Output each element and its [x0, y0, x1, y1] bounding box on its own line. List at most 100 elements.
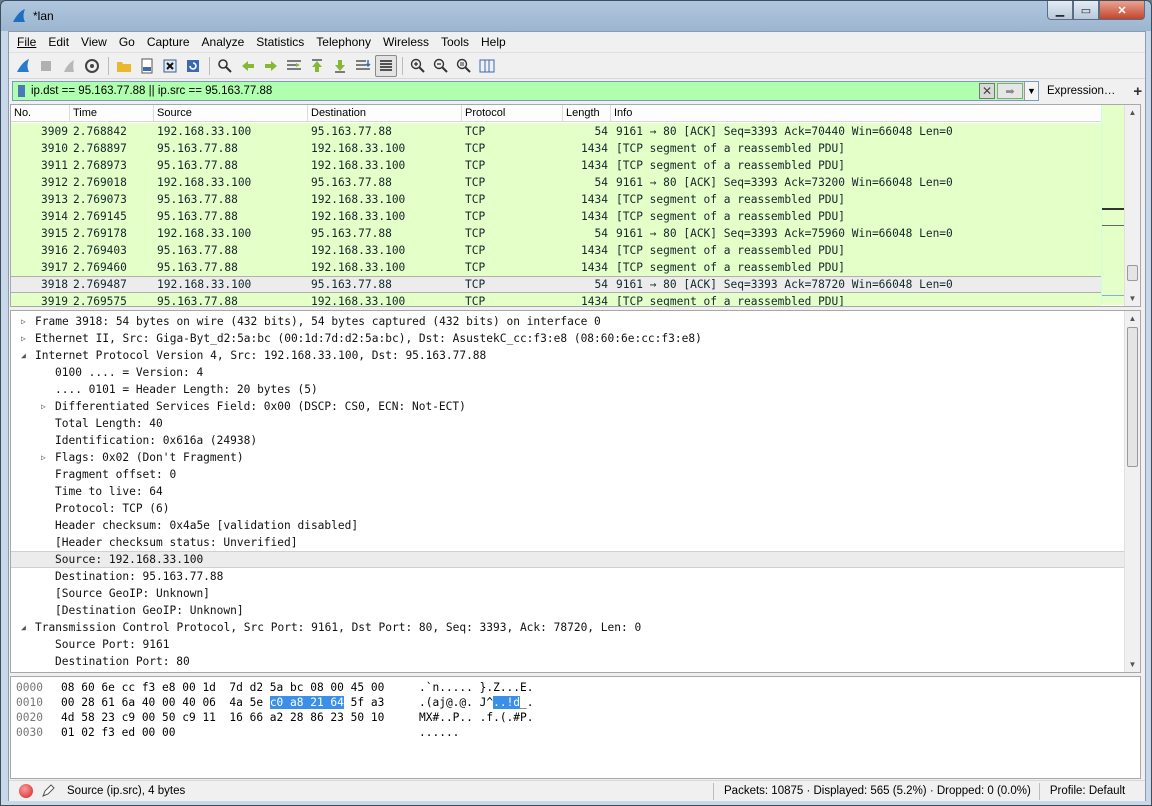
- packet-minimap[interactable]: [1101, 105, 1126, 305]
- minimize-button[interactable]: ▁: [1047, 1, 1073, 20]
- detail-row[interactable]: [Source GeoIP: Unknown]: [11, 585, 1127, 602]
- hex-ascii[interactable]: .(aj@.@. J^..!d_.: [419, 695, 534, 710]
- packet-row[interactable]: 3913 2.769073 95.163.77.88 192.168.33.100 TC…: [11, 191, 1101, 208]
- filter-text[interactable]: ip.dst == 95.163.77.88 || ip.src == 95.1…: [29, 85, 979, 97]
- packet-row[interactable]: 3914 2.769145 95.163.77.88 192.168.33.100 TC…: [11, 208, 1101, 225]
- menu-analyze[interactable]: Analyze: [196, 32, 251, 52]
- menu-telephony[interactable]: Telephony: [310, 32, 377, 52]
- packet-row-selected[interactable]: 3918 2.769487 192.168.33.100 95.163.77.88 TC…: [11, 276, 1101, 293]
- add-filter-button[interactable]: +: [1133, 83, 1142, 100]
- zoom-out-button[interactable]: [430, 55, 452, 77]
- go-to-packet-button[interactable]: [283, 55, 305, 77]
- scroll-down-arrow[interactable]: ▼: [1125, 291, 1140, 306]
- column-header-no[interactable]: No.: [11, 105, 70, 122]
- detail-row[interactable]: ▷ Frame 3918: 54 bytes on wire (432 bits)…: [11, 313, 1127, 330]
- packet-row[interactable]: 3916 2.769403 95.163.77.88 192.168.33.100 TC…: [11, 242, 1101, 259]
- menu-statistics[interactable]: Statistics: [250, 32, 310, 52]
- capture-options-button[interactable]: [81, 55, 103, 77]
- expression-button[interactable]: Expression…: [1047, 85, 1115, 97]
- zoom-in-button[interactable]: [407, 55, 429, 77]
- menu-help[interactable]: Help: [475, 32, 512, 52]
- scroll-up-arrow[interactable]: ▲: [1125, 311, 1140, 326]
- title-bar[interactable]: *lan ▁ ▭ ✕: [1, 1, 1151, 31]
- detail-row[interactable]: Identification: 0x616a (24938): [11, 432, 1127, 449]
- packet-row[interactable]: 3915 2.769178 192.168.33.100 95.163.77.88 TC…: [11, 225, 1101, 242]
- hex-bytes[interactable]: 4d 58 23 c9 00 50 c9 11 16 66 a2 28 86 2…: [61, 710, 384, 725]
- find-packet-button[interactable]: [214, 55, 236, 77]
- packet-row[interactable]: 3911 2.768973 95.163.77.88 192.168.33.100 TC…: [11, 157, 1101, 174]
- stop-capture-button[interactable]: [35, 55, 57, 77]
- reload-file-button[interactable]: [182, 55, 204, 77]
- filter-bookmark-button[interactable]: [13, 82, 29, 100]
- resize-columns-button[interactable]: [476, 55, 498, 77]
- close-button[interactable]: ✕: [1099, 1, 1145, 20]
- start-capture-button[interactable]: [12, 55, 34, 77]
- display-filter-input[interactable]: ip.dst == 95.163.77.88 || ip.src == 95.1…: [12, 81, 1039, 101]
- menu-wireless[interactable]: Wireless: [377, 32, 435, 52]
- colorize-button[interactable]: [375, 54, 397, 77]
- hex-bytes[interactable]: 01 02 f3 ed 00 00: [61, 725, 176, 740]
- column-header-length[interactable]: Length: [563, 105, 611, 122]
- tree-collapsed-icon[interactable]: ▷: [41, 398, 51, 415]
- column-header-time[interactable]: Time: [70, 105, 154, 122]
- menu-tools[interactable]: Tools: [435, 32, 475, 52]
- detail-row[interactable]: ▷ Flags: 0x02 (Don't Fragment): [11, 449, 1127, 466]
- capture-comment-icon[interactable]: [41, 784, 55, 798]
- close-file-button[interactable]: [159, 55, 181, 77]
- menu-view[interactable]: View: [75, 32, 113, 52]
- packet-row[interactable]: 3910 2.768897 95.163.77.88 192.168.33.100 TC…: [11, 140, 1101, 157]
- packet-row[interactable]: 3917 2.769460 95.163.77.88 192.168.33.100 TC…: [11, 259, 1101, 276]
- save-file-button[interactable]: [136, 55, 158, 77]
- hex-ascii[interactable]: .`n..... }.Z...E.: [419, 680, 534, 695]
- packet-row[interactable]: 3909 2.768842 192.168.33.100 95.163.77.88 TC…: [11, 123, 1101, 140]
- apply-filter-button[interactable]: ➡: [997, 83, 1023, 99]
- detail-row[interactable]: 0100 .... = Version: 4: [11, 364, 1127, 381]
- detail-row[interactable]: ▷ Ethernet II, Src: Giga-Byt_d2:5a:bc (00…: [11, 330, 1127, 347]
- expert-info-icon[interactable]: [19, 784, 33, 798]
- scroll-up-arrow[interactable]: ▲: [1125, 105, 1140, 120]
- detail-row[interactable]: Fragment offset: 0: [11, 466, 1127, 483]
- hex-bytes[interactable]: 00 28 61 6a 40 00 40 06 4a 5e c0 a8 21 6…: [61, 695, 384, 710]
- detail-row[interactable]: Destination: 95.163.77.88: [11, 568, 1127, 585]
- detail-row-selected[interactable]: Source: 192.168.33.100: [11, 551, 1127, 568]
- packet-row[interactable]: 3912 2.769018 192.168.33.100 95.163.77.88 TC…: [11, 174, 1101, 191]
- go-first-packet-button[interactable]: [306, 55, 328, 77]
- scroll-thumb[interactable]: [1127, 265, 1138, 281]
- tree-expanded-icon[interactable]: ◢: [21, 347, 31, 364]
- zoom-normal-button[interactable]: [453, 55, 475, 77]
- go-last-packet-button[interactable]: [329, 55, 351, 77]
- menu-edit[interactable]: Edit: [42, 32, 75, 52]
- detail-row[interactable]: Protocol: TCP (6): [11, 500, 1127, 517]
- tree-collapsed-icon[interactable]: ▷: [21, 313, 31, 330]
- detail-row[interactable]: .... 0101 = Header Length: 20 bytes (5): [11, 381, 1127, 398]
- open-file-button[interactable]: [113, 55, 135, 77]
- detail-row[interactable]: Source Port: 9161: [11, 636, 1127, 653]
- hex-ascii[interactable]: ......: [419, 725, 459, 740]
- hex-ascii[interactable]: MX#..P.. .f.(.#P.: [419, 710, 534, 725]
- scroll-down-arrow[interactable]: ▼: [1125, 657, 1140, 672]
- menu-go[interactable]: Go: [113, 32, 141, 52]
- detail-row[interactable]: ▷ Differentiated Services Field: 0x00 (DS…: [11, 398, 1127, 415]
- status-profile[interactable]: Profile: Default: [1040, 785, 1125, 797]
- tree-expanded-icon[interactable]: ◢: [21, 619, 31, 636]
- go-back-button[interactable]: [237, 55, 259, 77]
- scroll-thumb[interactable]: [1127, 327, 1138, 467]
- detail-row[interactable]: [Header checksum status: Unverified]: [11, 534, 1127, 551]
- go-forward-button[interactable]: [260, 55, 282, 77]
- detail-row[interactable]: Time to live: 64: [11, 483, 1127, 500]
- hex-bytes[interactable]: 08 60 6e cc f3 e8 00 1d 7d d2 5a bc 08 0…: [61, 680, 384, 695]
- menu-file[interactable]: File: [11, 32, 42, 52]
- detail-row[interactable]: Destination Port: 80: [11, 653, 1127, 670]
- restart-capture-button[interactable]: [58, 55, 80, 77]
- tree-collapsed-icon[interactable]: ▷: [21, 330, 31, 347]
- tree-collapsed-icon[interactable]: ▷: [41, 449, 51, 466]
- detail-row[interactable]: ◢ Transmission Control Protocol, Src Port…: [11, 619, 1127, 636]
- detail-row[interactable]: ◢ Internet Protocol Version 4, Src: 192.1…: [11, 347, 1127, 364]
- packet-row[interactable]: 3919 2.769575 95.163.77.88 192.168.33.100 TC…: [11, 293, 1101, 306]
- detail-row[interactable]: Total Length: 40: [11, 415, 1127, 432]
- detail-row[interactable]: Header checksum: 0x4a5e [validation disa…: [11, 517, 1127, 534]
- maximize-button[interactable]: ▭: [1073, 1, 1099, 20]
- details-scrollbar[interactable]: ▲ ▼: [1124, 311, 1140, 672]
- filter-history-dropdown[interactable]: ▼: [1024, 82, 1038, 100]
- column-header-destination[interactable]: Destination: [308, 105, 462, 122]
